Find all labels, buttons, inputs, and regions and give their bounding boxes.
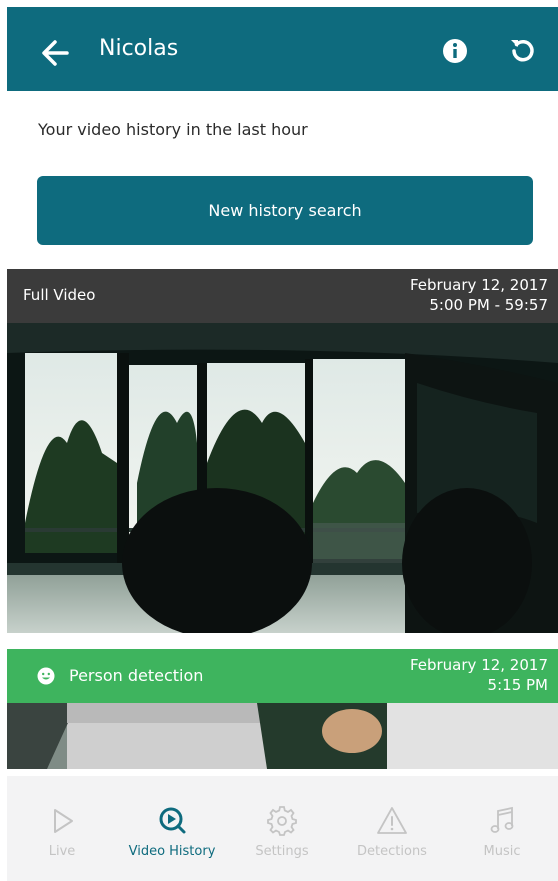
bottom-navigation: Live Video History Settings Detections M… — [7, 776, 558, 881]
nav-item-detections[interactable]: Detections — [337, 776, 447, 881]
nav-label-video-history: Video History — [128, 844, 216, 859]
nav-item-settings[interactable]: Settings — [227, 776, 337, 881]
music-note-icon — [490, 806, 514, 833]
smiley-face-icon — [37, 667, 55, 685]
video-type-label: Full Video — [23, 286, 96, 304]
video-time-duration: 5:00 PM - 59:57 — [429, 296, 548, 314]
play-icon — [54, 809, 73, 833]
video-thumbnail[interactable] — [7, 323, 558, 633]
top-app-bar: Nicolas — [7, 7, 558, 91]
nav-label-live: Live — [48, 844, 76, 859]
page-title: Nicolas — [99, 36, 179, 61]
app-screen: Nicolas Your video history in the last h… — [0, 0, 558, 881]
nav-item-video-history[interactable]: Video History — [117, 776, 227, 881]
arrow-left-icon[interactable] — [35, 33, 75, 73]
nav-label-settings: Settings — [255, 844, 309, 859]
video-date: February 12, 2017 — [409, 276, 548, 294]
detection-card-header: Person detection February 12, 2017 5:15 … — [7, 649, 558, 703]
gear-icon — [267, 806, 297, 836]
nav-item-music[interactable]: Music — [447, 776, 557, 881]
refresh-icon[interactable] — [507, 35, 539, 67]
detection-thumbnail[interactable] — [7, 703, 558, 769]
history-play-icon — [159, 807, 186, 834]
nav-item-live[interactable]: Live — [7, 776, 117, 881]
info-icon[interactable] — [439, 35, 471, 67]
video-card-header: Full Video February 12, 2017 5:00 PM - 5… — [7, 269, 558, 323]
warning-icon — [377, 807, 407, 834]
detection-time: 5:15 PM — [487, 676, 548, 694]
video-timestamp: February 12, 2017 5:00 PM - 59:57 — [410, 275, 548, 315]
detection-date: February 12, 2017 — [409, 656, 548, 674]
detection-timestamp: February 12, 2017 5:15 PM — [410, 655, 548, 695]
detection-thumbnail-image — [7, 703, 558, 769]
video-card-person-detection[interactable]: Person detection February 12, 2017 5:15 … — [7, 649, 558, 769]
new-history-search-button[interactable]: New history search — [37, 176, 533, 245]
video-thumbnail-image — [7, 323, 558, 633]
history-subtitle: Your video history in the last hour — [38, 120, 308, 139]
nav-label-detections: Detections — [357, 844, 427, 859]
video-card-full[interactable]: Full Video February 12, 2017 5:00 PM - 5… — [7, 269, 558, 633]
detection-type-label: Person detection — [69, 666, 204, 685]
nav-label-music: Music — [483, 844, 521, 859]
